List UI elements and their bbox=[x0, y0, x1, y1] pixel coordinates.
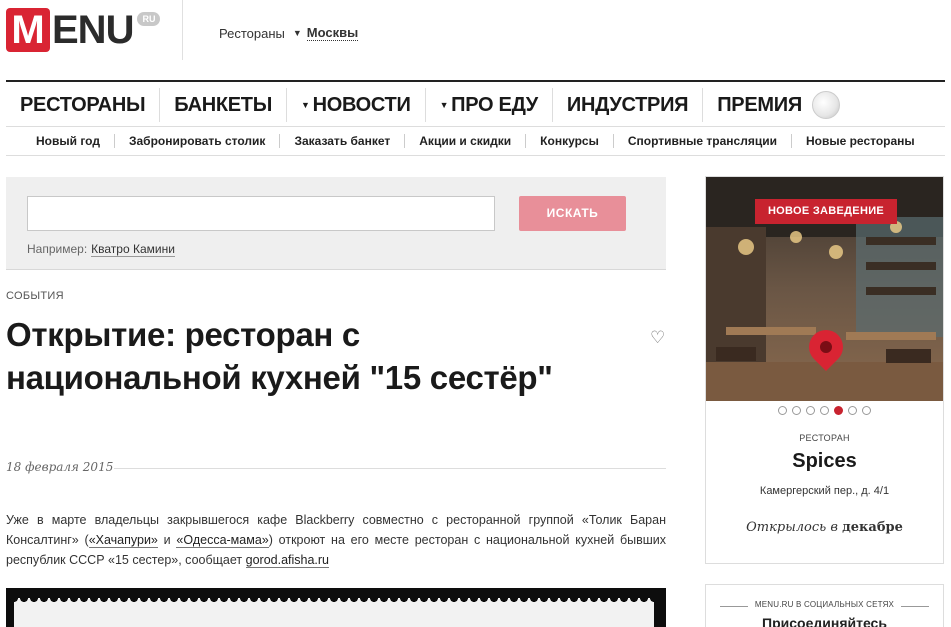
search-panel: ИСКАТЬ Например: Кватро Камини bbox=[6, 177, 666, 270]
sub-nav-item[interactable]: Новые рестораны bbox=[792, 134, 929, 148]
venue-opened-month: декабре bbox=[842, 520, 903, 535]
logo-ru-badge: RU bbox=[137, 12, 161, 26]
carousel-dot[interactable] bbox=[806, 406, 815, 415]
nav-item-label: ПРЕМИЯ bbox=[717, 94, 802, 116]
carousel-dots bbox=[706, 406, 943, 415]
venue-name[interactable]: Spices bbox=[706, 450, 943, 473]
nav-item[interactable]: ▼ НОВОСТИ bbox=[287, 88, 426, 122]
search-hint-example[interactable]: Кватро Камини bbox=[91, 242, 175, 257]
nav-item-label: ИНДУСТРИЯ bbox=[566, 94, 689, 116]
stamp-image bbox=[14, 598, 654, 627]
article-title: Открытие: ресторан с национальной кухней… bbox=[6, 316, 553, 396]
nav-item[interactable]: БАНКЕТЫ bbox=[160, 88, 287, 122]
sub-nav-item[interactable]: Конкурсы bbox=[526, 134, 614, 148]
main-nav: РЕСТОРАНЫ БАНКЕТЫ ▼ НОВОСТИ ▼ ПРО ЕДУ ИНДУСТРИ… bbox=[6, 84, 945, 126]
carousel-dot[interactable] bbox=[848, 406, 857, 415]
search-hint-label: Например: bbox=[27, 242, 88, 256]
nav-item[interactable]: ▼ ПРО ЕДУ bbox=[426, 88, 553, 122]
sub-nav-item[interactable]: Заказать банкет bbox=[280, 134, 406, 148]
social-card: MENU.RU В СОЦИАЛЬНЫХ СЕТЯХ Присоединяйте… bbox=[705, 584, 944, 627]
logo-m-mark: M bbox=[6, 8, 50, 52]
carousel-dot[interactable] bbox=[778, 406, 787, 415]
nav-item[interactable]: ИНДУСТРИЯ bbox=[553, 88, 704, 122]
city-selector[interactable]: Рестораны ▼ Москвы bbox=[219, 25, 359, 41]
sub-nav-item[interactable]: Забронировать столик bbox=[115, 134, 281, 148]
article-link-source[interactable]: gorod.afisha.ru bbox=[245, 553, 330, 568]
chevron-down-icon: ▼ bbox=[292, 28, 302, 38]
carousel-dot[interactable] bbox=[834, 406, 843, 415]
sub-nav-item[interactable]: Спортивные трансляции bbox=[614, 134, 792, 148]
article-link-khachapuri[interactable]: «Хачапури» bbox=[88, 533, 158, 548]
site-logo[interactable]: M ENU RU bbox=[6, 8, 161, 52]
venue-opened-prefix: Открылось в bbox=[746, 520, 838, 535]
header-divider bbox=[182, 0, 183, 60]
nav-item-label: РЕСТОРАНЫ bbox=[20, 94, 146, 116]
article-link-odessa-mama[interactable]: «Одесса-мама» bbox=[176, 533, 269, 548]
article-date: 18 февраля 2015 bbox=[6, 460, 114, 474]
sub-nav-item[interactable]: Новый год bbox=[6, 134, 115, 148]
nav-item[interactable]: РЕСТОРАНЫ bbox=[6, 88, 161, 122]
city-label: Рестораны bbox=[219, 25, 285, 41]
nav-item-label: НОВОСТИ bbox=[312, 94, 411, 116]
venue-address: Камергерский пер., д. 4/1 bbox=[759, 485, 890, 497]
search-hint: Например: Кватро Камини bbox=[27, 242, 175, 257]
city-name[interactable]: Москвы bbox=[306, 25, 359, 41]
heart-icon[interactable]: ♡ bbox=[650, 328, 665, 348]
search-input[interactable] bbox=[27, 196, 495, 231]
nav-divider bbox=[6, 126, 945, 127]
nav-item-label: ПРО ЕДУ bbox=[451, 94, 538, 116]
venue-opened: Открылось в декабре bbox=[706, 520, 943, 535]
sub-nav: Новый год Забронировать столик Заказать ба… bbox=[6, 128, 945, 154]
nav-item[interactable]: ПРЕМИЯ bbox=[703, 88, 854, 122]
venue-type: РЕСТОРАН bbox=[799, 433, 850, 443]
date-divider bbox=[114, 468, 666, 469]
nav-bottom-border bbox=[6, 155, 945, 156]
new-venue-badge: НОВОЕ ЗАВЕДЕНИЕ bbox=[755, 199, 897, 224]
article-category[interactable]: СОБЫТИЯ bbox=[6, 290, 64, 302]
carousel-dot[interactable] bbox=[862, 406, 871, 415]
carousel-dot[interactable] bbox=[792, 406, 801, 415]
venue-photo[interactable]: НОВОЕ ЗАВЕДЕНИЕ bbox=[706, 177, 943, 401]
sub-nav-item[interactable]: Акции и скидки bbox=[405, 134, 527, 148]
chevron-down-icon: ▼ bbox=[439, 100, 449, 110]
article-lead: Уже в марте владельцы закрывшегося кафе … bbox=[6, 510, 666, 570]
article-image bbox=[6, 588, 666, 627]
award-badge-icon bbox=[811, 91, 840, 119]
new-venue-card[interactable]: НОВОЕ ЗАВЕДЕНИЕ РЕСТОРАН Spices Камергер… bbox=[705, 176, 944, 564]
nav-item-label: БАНКЕТЫ bbox=[174, 94, 272, 116]
social-join: Присоединяйтесь bbox=[762, 615, 887, 627]
chevron-down-icon: ▼ bbox=[301, 100, 310, 110]
nav-top-border bbox=[6, 80, 945, 82]
carousel-dot[interactable] bbox=[820, 406, 829, 415]
article-text-part: и bbox=[157, 533, 177, 547]
logo-text: ENU bbox=[52, 8, 134, 52]
search-button[interactable]: ИСКАТЬ bbox=[519, 196, 626, 231]
social-title: MENU.RU В СОЦИАЛЬНЫХ СЕТЯХ bbox=[754, 600, 895, 609]
social-divider-right bbox=[901, 606, 929, 607]
